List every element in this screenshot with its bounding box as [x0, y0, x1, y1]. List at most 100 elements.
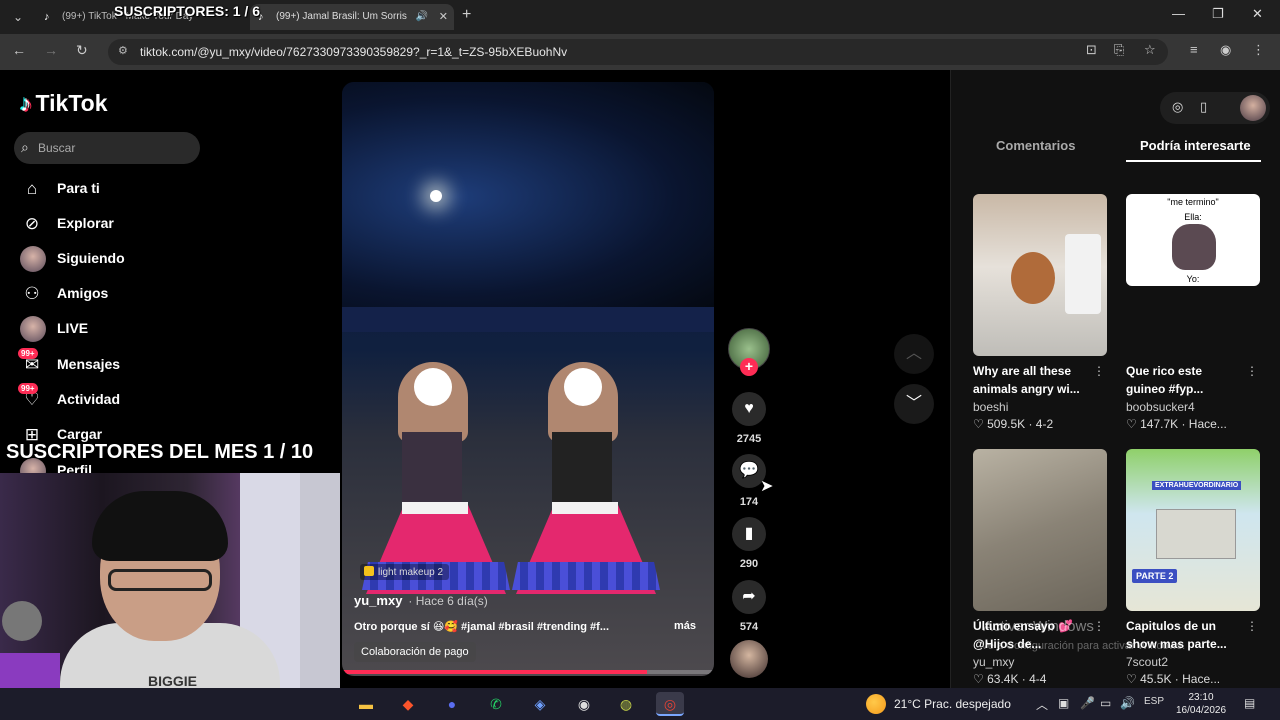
tab-title: (99+) Jamal Brasil: Um Sorris: [276, 11, 407, 22]
whatsapp-icon[interactable]: ✆: [482, 692, 510, 716]
suggested-video-card[interactable]: "me termino" Ella: Yo: Que rico este gui…: [1126, 194, 1260, 431]
back-icon[interactable]: ←: [12, 42, 26, 58]
close-tab-icon[interactable]: ✕: [439, 4, 448, 30]
tab-comentarios[interactable]: Comentarios: [996, 138, 1075, 153]
following-avatar: [20, 246, 46, 272]
save-count: 290: [739, 558, 759, 570]
menu-icon[interactable]: ⋮: [1252, 42, 1265, 58]
sidebar-item-live[interactable]: LIVE: [20, 316, 240, 342]
file-explorer-icon[interactable]: ▬: [352, 692, 380, 716]
search-box[interactable]: ⌕: [14, 132, 200, 164]
translate-icon[interactable]: ⊡: [1086, 42, 1097, 58]
speaker-icon[interactable]: 🔊: [416, 4, 428, 30]
active-tab-indicator: [1126, 160, 1261, 162]
activity-badge: 99+: [18, 383, 38, 394]
sidebar-item-mensajes[interactable]: ✉ 99+ Mensajes: [18, 348, 240, 378]
more-options-icon[interactable]: ⋮: [1093, 364, 1105, 378]
weather-icon[interactable]: [866, 694, 886, 714]
bookmark-star-icon[interactable]: ☆: [1144, 42, 1156, 58]
device-icon[interactable]: ▯: [1200, 99, 1207, 115]
sidebar-item-para-ti[interactable]: ⌂ Para ti: [20, 176, 240, 202]
video-player[interactable]: light makeup 2 yu_mxy · Hace 6 día(s) Otr…: [342, 82, 714, 676]
search-input[interactable]: [38, 138, 188, 158]
tab-podria-interesarte[interactable]: Podría interesarte: [1140, 138, 1251, 153]
video-description: Otro porque sí 😆🥰 #jamal #brasil #trendi…: [354, 621, 609, 633]
card-stats: ♡ 45.5K · Hace...: [1126, 672, 1221, 686]
obs-icon[interactable]: ◉: [570, 692, 598, 716]
search-icon: ⌕: [21, 139, 29, 155]
video-progress-bar[interactable]: [342, 670, 714, 674]
mouse-cursor-icon: ➤: [760, 478, 774, 495]
language-indicator[interactable]: ESP: [1144, 696, 1164, 707]
minimize-button[interactable]: —: [1172, 6, 1185, 21]
more-link[interactable]: más: [674, 620, 696, 632]
network-icon[interactable]: ▭: [1100, 696, 1111, 710]
comment-count: 174: [739, 496, 759, 508]
more-options-icon[interactable]: ⋮: [1246, 619, 1258, 633]
microphone-icon[interactable]: 🎤: [1080, 696, 1095, 710]
plush-toy: [2, 601, 42, 641]
card-title: Why are all these animals angry wi...: [973, 364, 1080, 396]
share-button[interactable]: ➦: [732, 580, 766, 614]
sound-avatar[interactable]: [730, 640, 768, 678]
next-video-button[interactable]: ﹀: [894, 384, 934, 424]
sidebar-item-explorar[interactable]: ⊘ Explorar: [20, 211, 240, 237]
windows-watermark-sub: Ve a Configuración para activar Windows.: [981, 640, 1186, 652]
comment-icon: 💬: [739, 462, 759, 479]
new-tab-button[interactable]: +: [462, 6, 471, 24]
app-icon[interactable]: ◈: [526, 692, 554, 716]
close-window-button[interactable]: ✕: [1252, 6, 1263, 22]
clock[interactable]: 23:10 16/04/2026: [1176, 691, 1226, 717]
previous-video-button[interactable]: ︿: [894, 334, 934, 374]
sidebar-item-actividad[interactable]: ♡ 99+ Actividad: [18, 383, 240, 413]
effect-label[interactable]: light makeup 2: [360, 564, 450, 580]
brave-icon[interactable]: ◆: [394, 692, 422, 716]
sidebar-item-amigos[interactable]: ⚇ Amigos: [20, 281, 240, 307]
suggested-video-card[interactable]: Why are all these animals angry wi... ⋮ …: [973, 194, 1107, 431]
tray-app-icon[interactable]: ▣: [1058, 696, 1069, 710]
maximize-button[interactable]: ❐: [1212, 6, 1224, 22]
notifications-icon[interactable]: ▤: [1244, 696, 1255, 710]
tiktok-logo[interactable]: ♪ TikTok: [20, 90, 108, 117]
windows-watermark: Activar Windows: [983, 618, 1094, 635]
install-icon[interactable]: ⎘: [1114, 42, 1124, 58]
address-bar-row: ← → ↻ ⚙ tiktok.com/@yu_mxy/video/7627330…: [0, 34, 1280, 70]
stream-overlay-monthly-subs: SUSCRIPTORES DEL MES 1 / 10: [6, 441, 314, 463]
follow-plus-icon[interactable]: +: [740, 358, 758, 376]
tiktok-note-icon: ♪: [20, 90, 32, 116]
discord-icon[interactable]: ●: [438, 692, 466, 716]
forward-icon[interactable]: →: [44, 42, 58, 58]
tray-chevron-icon[interactable]: ︿: [1036, 696, 1048, 713]
video-progress-fill: [342, 670, 648, 674]
sidebar-item-siguiendo[interactable]: Siguiendo: [20, 246, 240, 272]
weather-text[interactable]: 21°C Prac. despejado: [894, 697, 1011, 711]
card-user: yu_mxy: [973, 655, 1015, 669]
volume-icon[interactable]: 🔊: [1120, 696, 1135, 710]
save-button[interactable]: ▮: [732, 517, 766, 551]
video-thumbnail: "me termino" Ella: Yo:: [1126, 194, 1260, 286]
share-arrow-icon: ➦: [742, 588, 756, 605]
profile-icon[interactable]: ◉: [1220, 42, 1231, 58]
more-options-icon[interactable]: ⋮: [1246, 364, 1258, 378]
compass-icon: ⊘: [24, 214, 40, 233]
glasses: [108, 569, 212, 591]
more-options-icon[interactable]: ⋮: [1093, 619, 1105, 633]
reload-icon[interactable]: ↻: [76, 42, 88, 59]
url-field[interactable]: ⚙ tiktok.com/@yu_mxy/video/7627330973390…: [108, 39, 1168, 65]
browser-tab-active[interactable]: ♪ (99+) Jamal Brasil: Um Sorris 🔊 ✕: [250, 4, 454, 30]
chrome-icon[interactable]: ◎: [656, 692, 684, 716]
street-lamp: [430, 190, 442, 202]
media-icon[interactable]: ≡: [1190, 42, 1198, 57]
tab-search-button[interactable]: ⌄: [8, 7, 28, 27]
like-button[interactable]: ♥: [732, 392, 766, 426]
coin-icon[interactable]: ◎: [1172, 99, 1183, 115]
app-icon-2[interactable]: ◍: [612, 692, 640, 716]
user-avatar[interactable]: [1240, 95, 1266, 121]
right-panel: ◎ ▯ Comentarios Podría interesarte Why a…: [950, 70, 1280, 688]
site-info-icon[interactable]: ⚙: [118, 44, 128, 57]
like-count: 2745: [736, 433, 762, 445]
bookmark-icon: ▮: [744, 525, 754, 542]
video-author[interactable]: yu_mxy · Hace 6 día(s): [354, 593, 488, 608]
paid-collab-badge: Colaboración de pago: [354, 642, 476, 662]
card-stats: ♡ 63.4K · 4-4: [973, 672, 1047, 686]
